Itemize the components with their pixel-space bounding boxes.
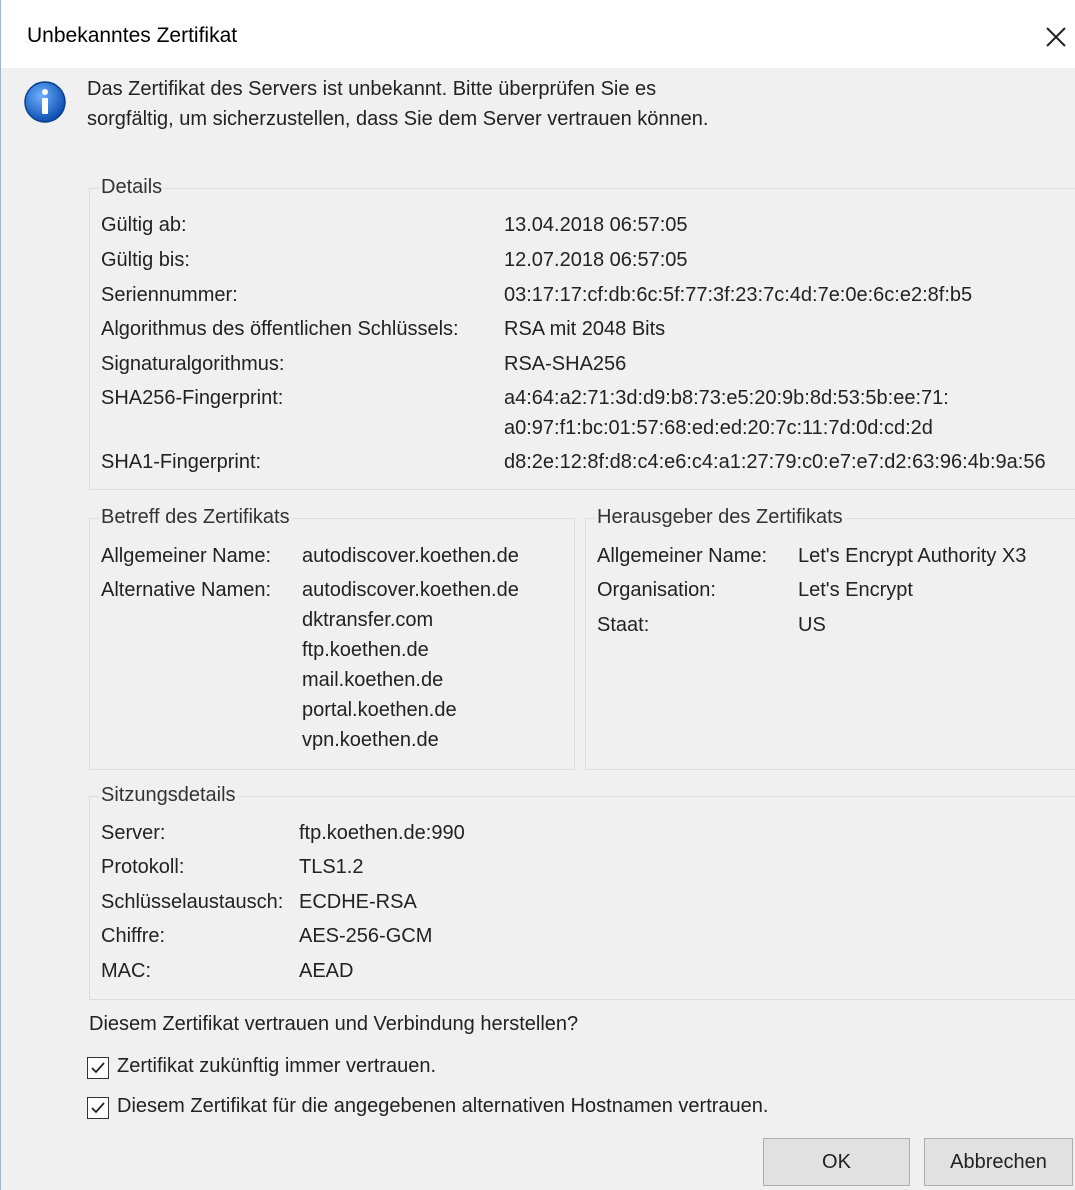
alt-names-label: Alternative Namen: [101,579,272,601]
valid-to-label: Gültig bis: [101,249,190,271]
certificate-dialog: Unbekanntes Zertifikat Das Zertifikat de… [0,0,1075,1190]
cancel-button[interactable]: Abbrechen [924,1138,1073,1186]
issuer-org-value: Let's Encrypt [798,579,913,601]
alt-hostnames-trust-label: Diesem Zertifikat für die angegebenen al… [117,1095,769,1117]
issuer-legend: Herausgeber des Zertifikats [595,506,845,529]
alt-name-item: dktransfer.com [302,609,434,631]
sha256-label: SHA256-Fingerprint: [101,387,284,409]
server-label: Server: [101,822,166,844]
subject-legend: Betreff des Zertifikats [99,506,292,529]
sha256-value-line1: a4:64:a2:71:3d:d9:b8:73:e5:20:9b:8d:53:5… [504,387,949,409]
warning-message: Das Zertifikat des Servers ist unbekannt… [87,78,709,130]
pubkey-algo-value: RSA mit 2048 Bits [504,318,666,340]
issuer-common-name-label: Allgemeiner Name: [597,545,768,567]
checkmark-icon [91,1062,105,1074]
dialog-title: Unbekanntes Zertifikat [27,24,238,47]
key-exchange-label: Schlüsselaustausch: [101,891,284,913]
alt-name-item: mail.koethen.de [302,669,444,691]
serial-value: 03:17:17:cf:db:6c:5f:77:3f:23:7c:4d:7e:0… [504,284,973,306]
subject-common-name-value: autodiscover.koethen.de [302,545,519,567]
valid-from-label: Gültig ab: [101,214,187,236]
info-icon [23,80,67,124]
pubkey-algo-label: Algorithmus des öffentlichen Schlüssels: [101,318,459,340]
issuer-country-label: Staat: [597,614,650,636]
trust-question: Diesem Zertifikat vertrauen und Verbindu… [89,1013,579,1035]
valid-from-value: 13.04.2018 06:57:05 [504,214,688,236]
mac-label: MAC: [101,960,151,982]
alt-hostnames-trust-checkbox[interactable]: Diesem Zertifikat für die angegebenen al… [87,1095,867,1125]
issuer-org-label: Organisation: [597,579,716,601]
sha1-label: SHA1-Fingerprint: [101,451,262,473]
title-bar: Unbekanntes Zertifikat [1,0,1075,68]
protocol-label: Protokoll: [101,856,185,878]
always-trust-checkbox[interactable]: Zertifikat zukünftig immer vertrauen. [87,1055,507,1085]
mac-value: AEAD [299,960,354,982]
checkbox-box[interactable] [87,1057,109,1079]
ok-button[interactable]: OK [763,1138,910,1186]
sha256-value-line2: a0:97:f1:bc:01:57:68:ed:ed:20:7c:11:7d:0… [504,417,933,439]
protocol-value: TLS1.2 [299,856,364,878]
sha1-value: d8:2e:12:8f:d8:c4:e6:c4:a1:27:79:c0:e7:e… [504,451,1046,473]
issuer-common-name-value: Let's Encrypt Authority X3 [798,545,1027,567]
checkmark-icon [91,1102,105,1114]
issuer-country-value: US [798,614,826,636]
server-value: ftp.koethen.de:990 [299,822,465,844]
session-legend: Sitzungsdetails [99,784,238,807]
key-exchange-value: ECDHE-RSA [299,891,417,913]
always-trust-label: Zertifikat zukünftig immer vertrauen. [117,1055,436,1077]
alt-name-item: vpn.koethen.de [302,729,439,751]
alt-name-item: autodiscover.koethen.de [302,579,519,601]
sig-algo-value: RSA-SHA256 [504,353,627,375]
checkbox-box[interactable] [87,1097,109,1119]
valid-to-value: 12.07.2018 06:57:05 [504,249,688,271]
subject-common-name-label: Allgemeiner Name: [101,545,272,567]
cipher-value: AES-256-GCM [299,925,433,947]
close-icon[interactable] [1039,20,1073,54]
serial-label: Seriennummer: [101,284,238,306]
details-legend: Details [99,176,165,199]
sig-algo-label: Signaturalgorithmus: [101,353,285,375]
alt-name-item: portal.koethen.de [302,699,457,721]
alt-name-item: ftp.koethen.de [302,639,429,661]
cipher-label: Chiffre: [101,925,166,947]
